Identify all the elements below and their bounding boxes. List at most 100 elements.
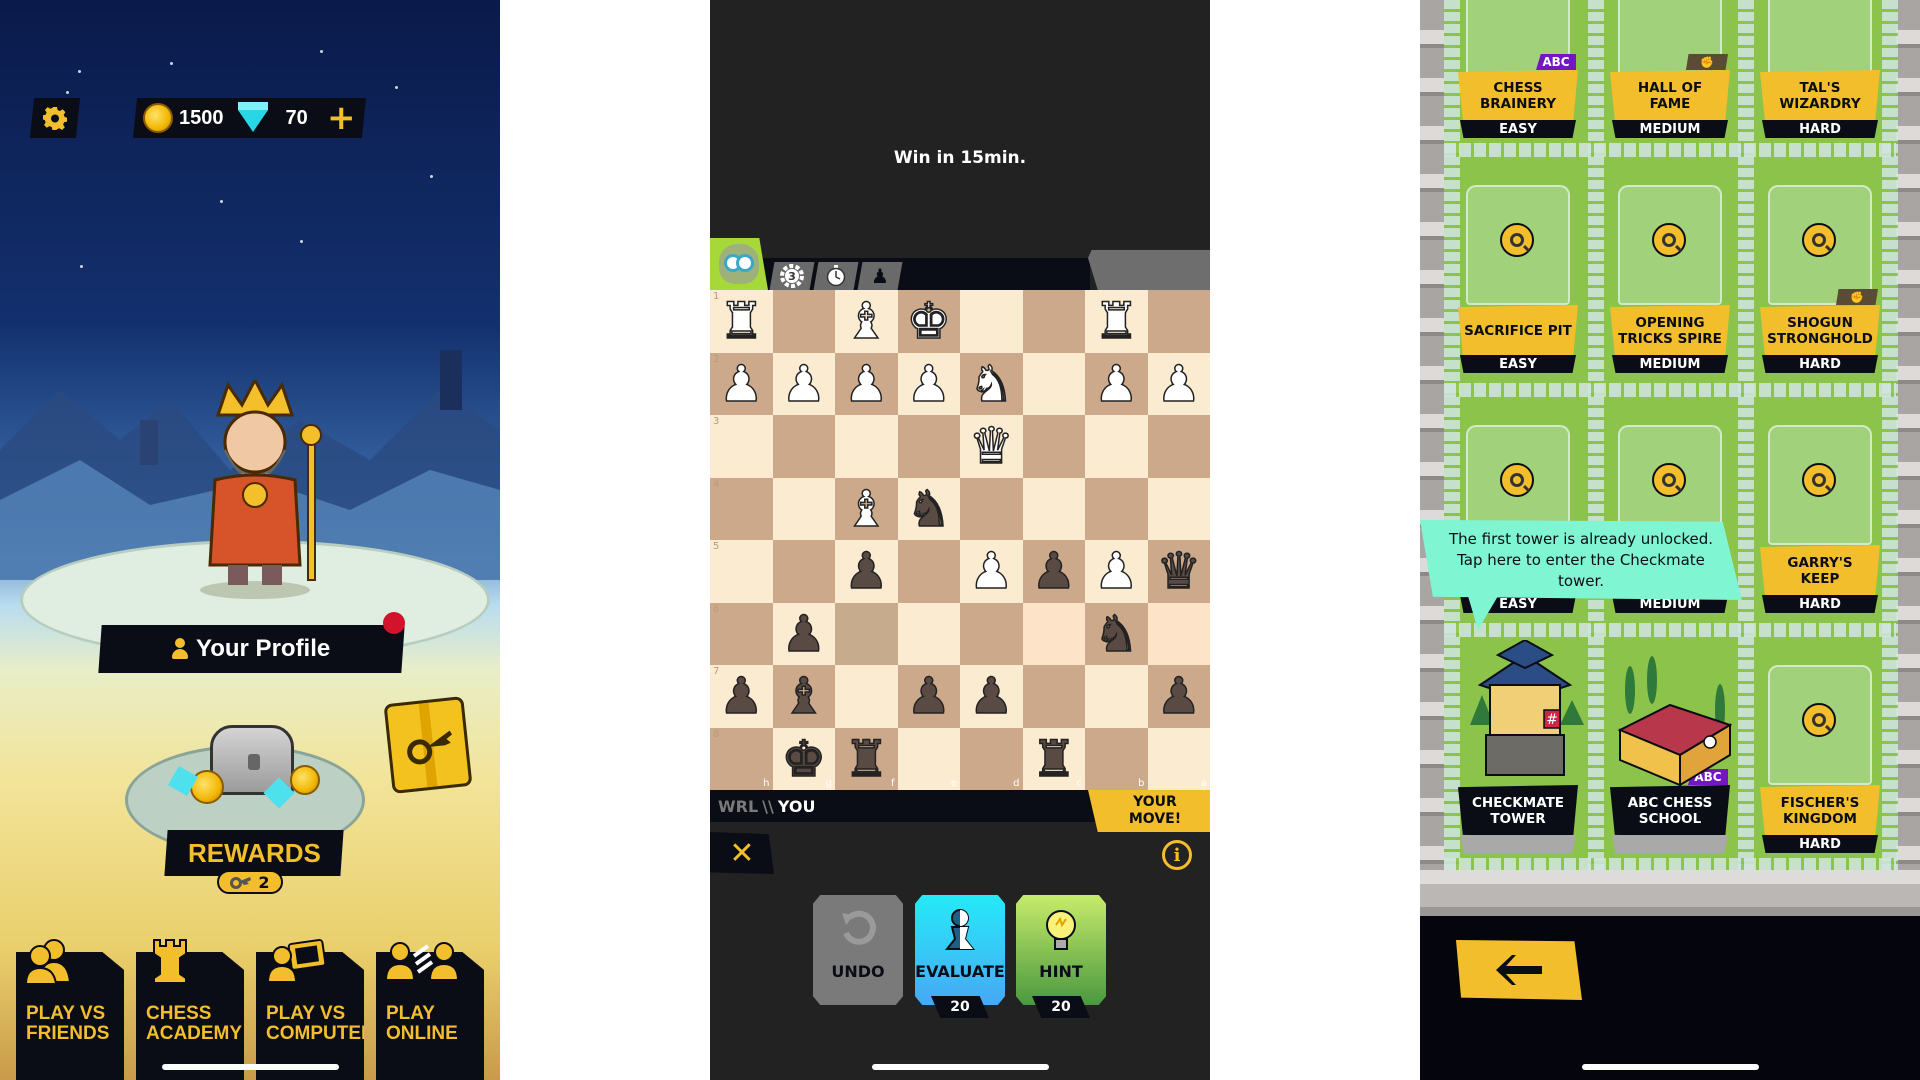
board-square[interactable]	[1147, 477, 1210, 540]
board-square[interactable]: ♞	[960, 352, 1023, 415]
board-square[interactable]	[1022, 352, 1085, 415]
board-square[interactable]: ♟	[960, 665, 1023, 728]
preview-button[interactable]	[1652, 223, 1686, 257]
board-square[interactable]: e	[897, 727, 960, 790]
board-square[interactable]: ♝	[835, 290, 898, 353]
black-pawn-piece[interactable]: ♟	[1031, 546, 1077, 598]
white-pawn-piece[interactable]: ♟	[906, 358, 952, 410]
board-square[interactable]: ♝	[772, 665, 835, 728]
board-square[interactable]: ♟	[1022, 540, 1085, 603]
board-square[interactable]	[835, 665, 898, 728]
board-square[interactable]	[1085, 477, 1148, 540]
board-square[interactable]: ♟	[960, 540, 1023, 603]
tower-card[interactable]: GARRY'S KEEP HARD	[1750, 395, 1890, 620]
board-square[interactable]	[1022, 290, 1085, 353]
tab-difficulty[interactable]: 3	[769, 262, 815, 290]
black-knight-piece[interactable]: ♞	[1093, 608, 1139, 660]
board-square[interactable]: 3	[710, 415, 773, 478]
board-square[interactable]: ♟	[1147, 352, 1210, 415]
board-square[interactable]: d	[960, 727, 1023, 790]
black-pawn-piece[interactable]: ♟	[1156, 671, 1202, 723]
settings-button[interactable]	[29, 98, 81, 138]
info-button[interactable]: i	[1162, 840, 1192, 870]
board-square[interactable]: ♟	[1085, 540, 1148, 603]
board-square[interactable]: b	[1085, 727, 1148, 790]
black-king-piece[interactable]: ♚	[781, 733, 827, 785]
white-bishop-piece[interactable]: ♝	[843, 483, 889, 535]
board-square[interactable]: ♛	[1147, 540, 1210, 603]
board-square[interactable]: f ♜	[835, 727, 898, 790]
preview-button[interactable]	[1802, 703, 1836, 737]
add-currency-button[interactable]: +	[315, 98, 367, 138]
tutorial-tooltip[interactable]: The first tower is already unlocked. Tap…	[1420, 520, 1742, 600]
board-square[interactable]: ♟	[772, 352, 835, 415]
white-king-piece[interactable]: ♚	[906, 296, 952, 348]
preview-button[interactable]	[1500, 223, 1534, 257]
opponent-avatar[interactable]	[710, 238, 768, 290]
board-square[interactable]	[960, 602, 1023, 665]
board-square[interactable]: 5	[710, 540, 773, 603]
preview-button[interactable]	[1802, 463, 1836, 497]
checkmate-tower-building[interactable]: #	[1460, 640, 1590, 790]
black-rook-piece[interactable]: ♜	[843, 733, 889, 785]
black-queen-piece[interactable]: ♛	[1156, 546, 1202, 598]
hint-button[interactable]: HINT	[1016, 895, 1106, 1005]
board-square[interactable]: 2 ♟	[710, 352, 773, 415]
white-pawn-piece[interactable]: ♟	[843, 358, 889, 410]
board-square[interactable]	[897, 602, 960, 665]
black-pawn-piece[interactable]: ♟	[781, 608, 827, 660]
white-knight-piece[interactable]: ♞	[968, 358, 1014, 410]
board-square[interactable]: a	[1147, 727, 1210, 790]
profile-button[interactable]: Your Profile	[98, 625, 405, 673]
tower-card[interactable]: SACRIFICE PIT EASY	[1448, 155, 1588, 380]
back-button[interactable]	[1456, 940, 1582, 1000]
tower-card[interactable]: FISCHER'S KINGDOM HARD	[1750, 635, 1890, 860]
black-bishop-piece[interactable]: ♝	[781, 671, 827, 723]
board-square[interactable]: ♛	[960, 415, 1023, 478]
tab-pieces[interactable]: ♟	[857, 262, 903, 290]
black-rook-piece[interactable]: ♜	[1031, 733, 1077, 785]
board-square[interactable]: ♜	[1085, 290, 1148, 353]
board-square[interactable]	[1147, 602, 1210, 665]
board-square[interactable]: ♟	[1147, 665, 1210, 728]
white-pawn-piece[interactable]: ♟	[718, 358, 764, 410]
board-square[interactable]: g ♚	[772, 727, 835, 790]
white-pawn-piece[interactable]: ♟	[781, 358, 827, 410]
board-square[interactable]: 4	[710, 477, 773, 540]
board-square[interactable]	[772, 290, 835, 353]
gift-key-button[interactable]	[383, 696, 473, 794]
undo-button[interactable]: UNDO	[813, 895, 903, 1005]
evaluate-button[interactable]: EVALUATE	[915, 895, 1005, 1005]
board-square[interactable]: ♞	[1085, 602, 1148, 665]
preview-button[interactable]	[1652, 463, 1686, 497]
board-square[interactable]: 8h	[710, 727, 773, 790]
board-square[interactable]	[897, 415, 960, 478]
board-square[interactable]	[1022, 477, 1085, 540]
board-square[interactable]	[897, 540, 960, 603]
board-square[interactable]	[1147, 290, 1210, 353]
white-pawn-piece[interactable]: ♟	[1093, 358, 1139, 410]
abc-chess-school-building[interactable]	[1610, 650, 1740, 790]
white-queen-piece[interactable]: ♛	[968, 421, 1014, 473]
board-square[interactable]	[772, 415, 835, 478]
board-square[interactable]	[1022, 415, 1085, 478]
tower-card[interactable]: SHOGUN STRONGHOLD HARD ✊	[1750, 155, 1890, 380]
board-square[interactable]	[1022, 602, 1085, 665]
board-square[interactable]	[772, 540, 835, 603]
white-rook-piece[interactable]: ♜	[718, 296, 764, 348]
board-square[interactable]	[1085, 665, 1148, 728]
chess-board[interactable]: 1 ♜ ♝ ♚ ♜ 2 ♟ ♟ ♟ ♟ ♞ ♟ ♟ 3 ♛ 4 ♝ ♞ 5 ♟ ♟ ♟ ♟ ♛ 6 ♟ ♞ 7 ♟ ♝ ♟ ♟ ♟ 8 h g ♚ f ♜ e…	[710, 290, 1210, 790]
board-square[interactable]: c ♜	[1022, 727, 1085, 790]
white-rook-piece[interactable]: ♜	[1093, 296, 1139, 348]
board-square[interactable]: ♚	[897, 290, 960, 353]
board-square[interactable]: 7 ♟	[710, 665, 773, 728]
board-square[interactable]	[1022, 665, 1085, 728]
white-bishop-piece[interactable]: ♝	[843, 296, 889, 348]
board-square[interactable]	[772, 477, 835, 540]
white-pawn-piece[interactable]: ♟	[1156, 358, 1202, 410]
tower-card[interactable]: OPENING TRICKS SPIRE MEDIUM	[1600, 155, 1740, 380]
board-square[interactable]	[960, 477, 1023, 540]
board-square[interactable]: 6	[710, 602, 773, 665]
board-square[interactable]: ♟	[835, 352, 898, 415]
white-pawn-piece[interactable]: ♟	[968, 546, 1014, 598]
